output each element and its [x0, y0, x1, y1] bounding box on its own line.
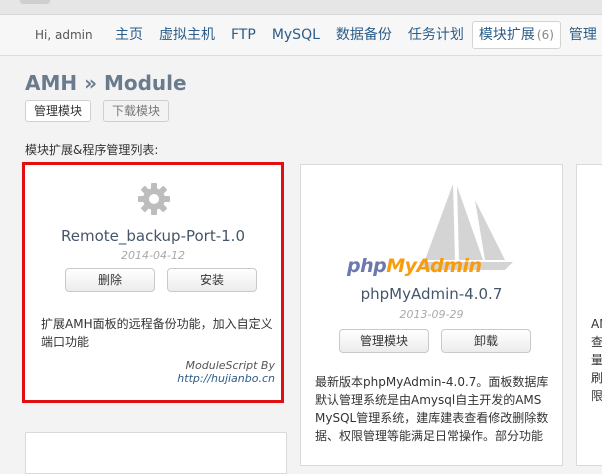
manage-module-button[interactable]: 管理模块: [339, 329, 429, 353]
nav-item-modules[interactable]: 模块扩展 (6): [471, 21, 561, 49]
module-subtabs: 管理模块 下载模块: [25, 100, 170, 122]
nav-item-backup[interactable]: 数据备份: [328, 22, 400, 48]
nav-item-ftp[interactable]: FTP: [223, 22, 264, 48]
nav-item-modules-count: (6): [536, 28, 554, 42]
module-description-fragment: AM 查 量 刷 限: [591, 315, 602, 405]
greeting: Hi, admin: [35, 28, 93, 42]
logo-fragment: [20, 0, 50, 4]
install-button[interactable]: 安装: [167, 268, 257, 292]
module-card-partial: AM 查 量 刷 限: [576, 164, 602, 466]
nav-menu: 主页 虚拟主机 FTP MySQL 数据备份 任务计划 模块扩展 (6) 管理: [107, 15, 602, 55]
module-description-line: 最新版本phpMyAdmin-4.0.7。面板数据库: [315, 375, 549, 389]
page-title: AMH » Module: [25, 71, 187, 95]
phpmyadmin-logo-text: phpMyAdmin: [347, 255, 482, 277]
module-description: 扩展AMH面板的远程备份功能，加入自定义 端口功能: [41, 315, 277, 351]
module-description: 最新版本phpMyAdmin-4.0.7。面板数据库 默认管理系统是由Amysq…: [315, 373, 555, 445]
logo-text-php: php: [347, 255, 387, 277]
module-card-phpmyadmin: phpMyAdmin phpMyAdmin-4.0.7 2013-09-29 管…: [300, 164, 563, 466]
module-author: ModuleScript By http://hujianbo.cn: [75, 359, 275, 385]
gear-icon: [138, 183, 170, 215]
module-description-line: MySQL管理系统，建库建表查看修改删除数: [315, 411, 549, 425]
module-date: 2014-04-12: [121, 249, 185, 262]
nav-item-mysql[interactable]: MySQL: [264, 22, 328, 48]
nav-item-home[interactable]: 主页: [107, 22, 151, 48]
main-navbar: Hi, admin 主页 虚拟主机 FTP MySQL 数据备份 任务计划 模块…: [0, 15, 602, 56]
uninstall-button[interactable]: 卸载: [441, 329, 531, 353]
top-strip: [0, 0, 602, 15]
delete-button[interactable]: 删除: [65, 268, 155, 292]
fragment-line: 限: [591, 389, 602, 403]
module-list-label: 模块扩展&程序管理列表:: [25, 143, 159, 157]
module-description-line: 端口功能: [41, 335, 90, 349]
nav-item-manage[interactable]: 管理: [561, 22, 602, 48]
tab-download-modules[interactable]: 下载模块: [103, 100, 170, 122]
module-date: 2013-09-29: [399, 308, 464, 321]
fragment-line: 刷: [591, 371, 602, 385]
nav-item-modules-label: 模块扩展: [478, 27, 535, 43]
module-description-line: 扩展AMH面板的远程备份功能，加入自定义: [41, 317, 273, 331]
module-author-link[interactable]: http://hujianbo.cn: [177, 372, 275, 385]
module-card-bottom: [25, 432, 287, 474]
module-author-label: ModuleScript By: [185, 359, 275, 372]
module-title: Remote_backup-Port-1.0: [60, 227, 245, 245]
fragment-line: AM: [591, 317, 602, 331]
module-card-remote-backup: Remote_backup-Port-1.0 2014-04-12 删除 安装 …: [22, 162, 284, 403]
module-description-line: 默认管理系统是由Amysql自主开发的AMS: [315, 393, 542, 407]
fragment-line: 查: [591, 335, 602, 349]
nav-item-virtual-host[interactable]: 虚拟主机: [151, 22, 223, 48]
module-title: phpMyAdmin-4.0.7: [360, 285, 503, 303]
nav-item-tasks[interactable]: 任务计划: [400, 22, 472, 48]
module-description-line: 据、权限管理等能满足日常操作。部分功能: [315, 429, 544, 443]
fragment-line: 量: [591, 353, 602, 367]
tab-manage-modules[interactable]: 管理模块: [25, 100, 92, 122]
logo-text-myadmin: MyAdmin: [386, 255, 482, 277]
